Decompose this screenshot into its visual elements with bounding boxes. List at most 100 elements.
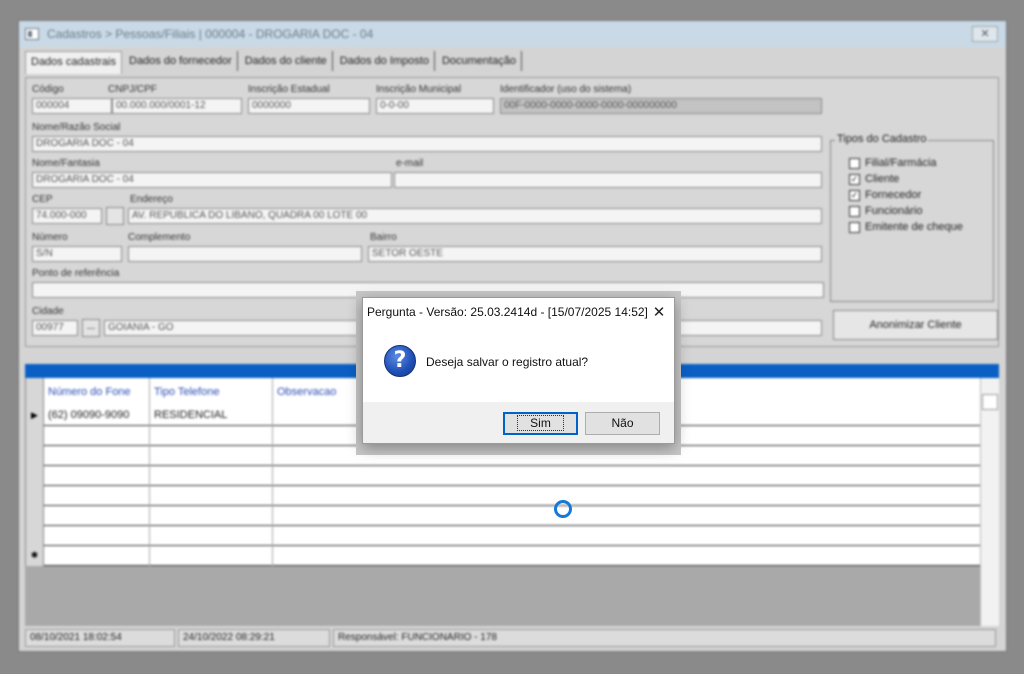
referencia-label: Ponto de referência bbox=[32, 268, 120, 279]
cpf-field[interactable]: 00.000.000/0001-12 bbox=[112, 98, 242, 114]
dialog-titlebar: Pergunta - Versão: 25.03.2414d - [15/07/… bbox=[363, 298, 674, 326]
header-tipo-telefone[interactable]: Tipo Telefone bbox=[150, 378, 273, 406]
ident-label: Identificador (uso do sistema) bbox=[500, 84, 632, 95]
dialog-footer: Sim Não bbox=[363, 402, 674, 443]
grid-empty-area bbox=[25, 566, 980, 626]
cep-field[interactable]: 74.000-000 bbox=[32, 208, 102, 224]
checkbox-fornecedor[interactable]: ✓ bbox=[849, 189, 860, 201]
status-bar: 08/10/2021 18:02:54 24/10/2022 08:29:21 … bbox=[25, 629, 999, 647]
new-row-indicator: ✱ bbox=[26, 546, 44, 566]
cell-tipo-telefone[interactable] bbox=[150, 546, 273, 566]
email-field[interactable] bbox=[394, 172, 822, 188]
cell-tipo-telefone[interactable] bbox=[150, 426, 273, 446]
cep-label: CEP bbox=[32, 194, 53, 205]
loading-spinner-icon bbox=[554, 500, 572, 518]
table-row[interactable] bbox=[26, 466, 980, 486]
numero-label: Número bbox=[32, 232, 68, 243]
cell-tipo-telefone[interactable] bbox=[150, 526, 273, 546]
razao-field[interactable]: DROGARIA DOC - 04 bbox=[32, 136, 822, 152]
tab-dados-cliente[interactable]: Dados do cliente bbox=[240, 51, 333, 71]
grid-corner bbox=[26, 378, 44, 406]
tipo-fornecedor[interactable]: ✓ Fornecedor bbox=[849, 189, 921, 201]
tipo-funcionario[interactable]: Funcionário bbox=[849, 205, 922, 217]
tipos-cadastro-group: Tipos do Cadastro Filial/Farmácia ✓ Clie… bbox=[830, 133, 994, 302]
cell-numero-fone[interactable] bbox=[44, 546, 150, 566]
razao-label: Nome/Razão Social bbox=[32, 122, 121, 133]
row-indicator bbox=[26, 426, 44, 446]
tipo-filial[interactable]: Filial/Farmácia bbox=[849, 157, 937, 169]
row-indicator: ▶ bbox=[26, 406, 44, 426]
cell-tipo-telefone[interactable] bbox=[150, 486, 273, 506]
status-responsavel: Responsável: FUNCIONARIO - 178 bbox=[333, 629, 996, 647]
tipo-cliente[interactable]: ✓ Cliente bbox=[849, 173, 899, 185]
cell-tipo-telefone[interactable]: RESIDENCIAL bbox=[150, 406, 273, 426]
codigo-label: Código bbox=[32, 84, 64, 95]
cidade-code-field[interactable]: 00977 bbox=[32, 320, 78, 336]
yes-button-label: Sim bbox=[517, 415, 564, 431]
yes-button[interactable]: Sim bbox=[503, 412, 578, 435]
checkbox-cliente[interactable]: ✓ bbox=[849, 173, 860, 185]
cell-numero-fone[interactable] bbox=[44, 486, 150, 506]
cell-numero-fone[interactable] bbox=[44, 466, 150, 486]
dialog-close-icon[interactable]: ✕ bbox=[648, 301, 670, 323]
tab-dados-cadastrais[interactable]: Dados cadastrais bbox=[25, 51, 122, 74]
tab-bar: Dados cadastrais Dados do fornecedor Dad… bbox=[25, 51, 524, 74]
checkbox-filial[interactable] bbox=[849, 157, 860, 169]
tipo-emitente-label: Emitente de cheque bbox=[865, 221, 963, 233]
cell-numero-fone[interactable]: (62) 09090-9090 bbox=[44, 406, 150, 426]
endereco-field[interactable]: AV. REPUBLICA DO LIBANO, QUADRA 00 LOTE … bbox=[128, 208, 822, 224]
header-numero-fone[interactable]: Número do Fone bbox=[44, 378, 150, 406]
cell-numero-fone[interactable] bbox=[44, 506, 150, 526]
row-indicator bbox=[26, 506, 44, 526]
im-label: Inscrição Municipal bbox=[376, 84, 462, 95]
question-icon: ? bbox=[384, 345, 416, 377]
table-row[interactable] bbox=[26, 486, 980, 506]
bairro-field[interactable]: SETOR OESTE bbox=[368, 246, 822, 262]
anonimizar-cliente-button[interactable]: Anonimizar Cliente bbox=[833, 310, 998, 340]
cell-numero-fone[interactable] bbox=[44, 426, 150, 446]
status-updated: 24/10/2022 08:29:21 bbox=[178, 629, 330, 647]
row-indicator bbox=[26, 446, 44, 466]
app-icon bbox=[25, 28, 39, 40]
tab-dados-imposto[interactable]: Dados do Imposto bbox=[335, 51, 435, 71]
endereco-label: Endereço bbox=[130, 194, 173, 205]
fantasia-field[interactable]: DROGARIA DOC - 04 bbox=[32, 172, 392, 188]
row-indicator bbox=[26, 526, 44, 546]
grid-scrollbar-thumb[interactable] bbox=[982, 394, 998, 410]
checkbox-emitente[interactable] bbox=[849, 221, 860, 233]
numero-field[interactable]: S/N bbox=[32, 246, 122, 262]
no-button[interactable]: Não bbox=[585, 412, 660, 435]
ie-field[interactable]: 0000000 bbox=[248, 98, 370, 114]
ie-label: Inscrição Estadual bbox=[248, 84, 330, 95]
window-title: Cadastros > Pessoas/Filiais | 000004 - D… bbox=[47, 27, 374, 41]
tipo-fornecedor-label: Fornecedor bbox=[865, 189, 922, 201]
row-indicator bbox=[26, 466, 44, 486]
new-row[interactable]: ✱ bbox=[26, 546, 980, 566]
complemento-field[interactable] bbox=[128, 246, 362, 262]
row-indicator bbox=[26, 486, 44, 506]
dialog-message: Deseja salvar o registro atual? bbox=[426, 355, 589, 369]
main-titlebar: Cadastros > Pessoas/Filiais | 000004 - D… bbox=[19, 21, 1006, 47]
im-field[interactable]: 0-0-00 bbox=[376, 98, 494, 114]
dialog-title: Pergunta - Versão: 25.03.2414d - [15/07/… bbox=[367, 305, 648, 319]
window-close-button[interactable]: ✕ bbox=[972, 26, 998, 42]
cell-tipo-telefone[interactable] bbox=[150, 466, 273, 486]
cell-tipo-telefone[interactable] bbox=[150, 506, 273, 526]
table-row[interactable] bbox=[26, 506, 980, 526]
cell-numero-fone[interactable] bbox=[44, 446, 150, 466]
tab-dados-fornecedor[interactable]: Dados do fornecedor bbox=[124, 51, 238, 71]
checkbox-funcionario[interactable] bbox=[849, 205, 860, 217]
cpf-label: CNPJ/CPF bbox=[108, 84, 157, 95]
tab-documentacao[interactable]: Documentação bbox=[437, 51, 522, 71]
cep-lookup-button[interactable] bbox=[106, 207, 124, 225]
status-created: 08/10/2021 18:02:54 bbox=[25, 629, 175, 647]
grid-scrollbar[interactable] bbox=[980, 378, 999, 626]
tipo-emitente[interactable]: Emitente de cheque bbox=[849, 221, 963, 233]
table-row[interactable] bbox=[26, 526, 980, 546]
tipo-cliente-label: Cliente bbox=[865, 173, 900, 185]
cidade-lookup-button[interactable]: ... bbox=[82, 319, 100, 337]
codigo-field[interactable]: 000004 bbox=[32, 98, 112, 114]
confirm-dialog: Pergunta - Versão: 25.03.2414d - [15/07/… bbox=[362, 297, 675, 444]
cell-tipo-telefone[interactable] bbox=[150, 446, 273, 466]
cell-numero-fone[interactable] bbox=[44, 526, 150, 546]
